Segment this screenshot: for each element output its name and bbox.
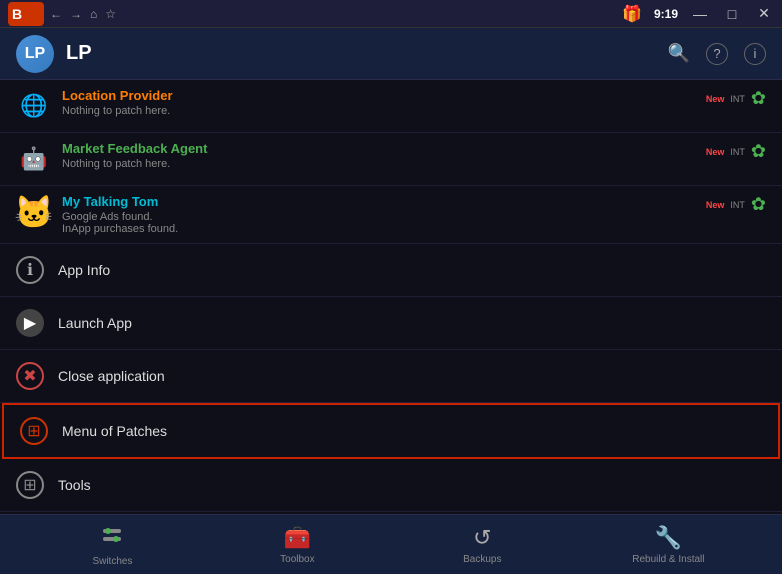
menu-item-tools[interactable]: ⊞ Tools [0, 459, 782, 512]
menu-item-close[interactable]: ✖ Close application [0, 350, 782, 403]
list-item-market[interactable]: 🤖 Market Feedback Agent Nothing to patch… [0, 133, 782, 186]
title-bar-left: B ← → ⌂ ☆ [8, 2, 116, 26]
title-bar-nav: ← → ⌂ ☆ [50, 7, 116, 21]
menu-item-launch[interactable]: ▶ Launch App [0, 297, 782, 350]
tom-badge-new: New [706, 200, 725, 210]
search-icon[interactable]: 🔍 [668, 43, 690, 64]
app-logo: B [8, 2, 44, 26]
menu-label-appinfo: App Info [58, 262, 110, 278]
svg-text:B: B [12, 6, 22, 22]
market-badge-new: New [706, 147, 725, 157]
app-header: LP LP 🔍 ? i [0, 28, 782, 80]
nav-bookmark[interactable]: ☆ [105, 7, 116, 21]
toolbox-nav-icon: 🧰 [284, 525, 311, 551]
rebuild-nav-icon: 🔧 [655, 525, 682, 551]
market-app-name: Market Feedback Agent [62, 141, 207, 156]
app-header-left: LP LP [16, 35, 92, 73]
launch-menu-icon: ▶ [16, 309, 44, 337]
backups-nav-icon: ↺ [473, 525, 491, 551]
help-icon[interactable]: ? [706, 43, 728, 65]
app-item-left: 🌐 Location Provider Nothing to patch her… [16, 88, 173, 124]
tom-app-name: My Talking Tom [62, 194, 178, 209]
tom-app-status: Google Ads found.InApp purchases found. [62, 211, 178, 235]
location-app-name: Location Provider [62, 88, 173, 103]
app-avatar: LP [16, 35, 54, 73]
location-app-info: Location Provider Nothing to patch here. [62, 88, 173, 117]
app-title: LP [66, 42, 92, 65]
menu-item-appinfo[interactable]: ℹ App Info [0, 244, 782, 297]
location-badge-new: New [706, 94, 725, 104]
app-header-right: 🔍 ? i [668, 43, 766, 65]
tom-app-badges: New INT ✿ [706, 194, 766, 215]
close-button[interactable]: ✕ [754, 4, 774, 24]
location-app-badges: New INT ✿ [706, 88, 766, 109]
app-item-left: 🤖 Market Feedback Agent Nothing to patch… [16, 141, 207, 177]
info-menu-icon: ℹ [16, 256, 44, 284]
maximize-button[interactable]: □ [722, 4, 742, 24]
tom-badge-int: INT [730, 200, 745, 210]
switches-nav-label: Switches [92, 556, 132, 567]
location-badge-int: INT [730, 94, 745, 104]
location-app-status: Nothing to patch here. [62, 105, 173, 117]
list-item-tom[interactable]: 🐱 My Talking Tom Google Ads found.InApp … [0, 186, 782, 244]
menu-label-tools: Tools [58, 477, 91, 493]
app-item-left: 🐱 My Talking Tom Google Ads found.InApp … [16, 194, 178, 235]
gift-icon[interactable]: 🎁 [622, 4, 642, 24]
minimize-button[interactable]: — [690, 4, 710, 24]
location-app-icon: 🌐 [16, 88, 52, 124]
nav-back[interactable]: ← [50, 7, 62, 21]
menu-item-patches[interactable]: ⊞ Menu of Patches [2, 403, 780, 459]
list-item-location[interactable]: 🌐 Location Provider Nothing to patch her… [0, 80, 782, 133]
menu-label-patches: Menu of Patches [62, 423, 167, 439]
toolbox-nav-label: Toolbox [280, 554, 314, 565]
time-display: 9:19 [654, 7, 678, 21]
bottom-nav-switches[interactable]: Switches [77, 523, 147, 567]
close-app-menu-icon: ✖ [16, 362, 44, 390]
market-app-icon: 🤖 [16, 141, 52, 177]
market-app-info: Market Feedback Agent Nothing to patch h… [62, 141, 207, 170]
backups-nav-label: Backups [463, 554, 501, 565]
info-icon[interactable]: i [744, 43, 766, 65]
menu-label-close: Close application [58, 368, 165, 384]
bottom-nav-rebuild[interactable]: 🔧 Rebuild & Install [632, 525, 704, 565]
market-app-status: Nothing to patch here. [62, 158, 207, 170]
tom-app-icon: 🐱 [16, 194, 52, 230]
bottom-nav: Switches 🧰 Toolbox ↺ Backups 🔧 Rebuild &… [0, 514, 782, 574]
patches-menu-icon: ⊞ [20, 417, 48, 445]
bottom-nav-backups[interactable]: ↺ Backups [447, 525, 517, 565]
tom-app-info: My Talking Tom Google Ads found.InApp pu… [62, 194, 178, 235]
main-content: 🌐 Location Provider Nothing to patch her… [0, 80, 782, 514]
market-badge-int: INT [730, 147, 745, 157]
title-bar: B ← → ⌂ ☆ 🎁 9:19 — □ ✕ [0, 0, 782, 28]
tools-menu-icon: ⊞ [16, 471, 44, 499]
switches-nav-icon [100, 523, 124, 553]
nav-forward[interactable]: → [70, 7, 82, 21]
bottom-nav-toolbox[interactable]: 🧰 Toolbox [262, 525, 332, 565]
market-app-badges: New INT ✿ [706, 141, 766, 162]
nav-home[interactable]: ⌂ [90, 7, 97, 21]
menu-label-launch: Launch App [58, 315, 132, 331]
rebuild-nav-label: Rebuild & Install [632, 554, 704, 565]
